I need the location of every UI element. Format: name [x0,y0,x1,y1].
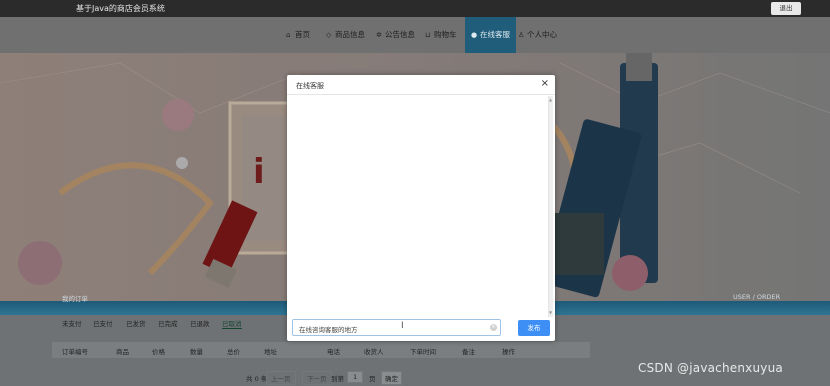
scroll-up-icon[interactable]: ▲ [549,97,552,102]
chat-scrollbar[interactable] [548,96,553,317]
tab-paid[interactable]: 已支付 [93,318,113,328]
pagination-total: 共 0 条 [246,375,268,383]
col-phone: 电话 [327,348,340,356]
user-icon: ♙ [518,31,525,39]
col-product: 商品 [116,348,129,356]
logout-button[interactable]: 退出 [771,2,801,15]
col-remark: 备注 [462,348,475,356]
chat-icon: ● [471,31,478,39]
orders-section-title: 我的订单 [62,295,88,303]
chat-message-area[interactable]: ▲ ▼ [287,96,555,317]
tab-completed[interactable]: 已完成 [158,318,178,328]
cart-icon: ⊔ [425,31,431,39]
svg-text:i: i [253,152,265,192]
tab-cancelled[interactable]: 已取消 [222,318,242,329]
site-title: 基于Java的商店会员系统 [76,4,165,13]
main-nav: ⌂ 首页 ◇ 商品信息 ✲ 公告信息 ⊔ 购物车 ● 在线客服 ♙ 个人中心 [0,17,830,53]
home-icon: ⌂ [286,31,291,39]
clear-icon[interactable]: × [490,324,497,331]
publish-button[interactable]: 发布 [518,320,550,336]
scroll-down-icon[interactable]: ▼ [549,310,552,315]
chat-input-value: 在线咨询客服的地方 [299,326,358,334]
pagination-next-button[interactable]: 下一页 [302,371,332,385]
col-total: 总价 [227,348,240,356]
col-price: 价格 [152,348,165,356]
nav-item-home[interactable]: ⌂ 首页 [286,17,310,53]
col-quantity: 数量 [190,348,203,356]
pagination-confirm-button[interactable]: 确定 [381,371,402,385]
modal-title: 在线客服 [296,82,324,90]
col-address: 地址 [264,348,277,356]
top-bar: 基于Java的商店会员系统 退出 [0,0,830,17]
chat-input[interactable]: 在线咨询客服的地方 I × [292,319,501,336]
nav-item-online-service[interactable]: ● 在线客服 [465,17,516,53]
col-order-no: 订单编号 [62,348,88,356]
text-cursor-icon: I [401,321,404,331]
online-service-modal: 在线客服 × ▲ ▼ 在线咨询客服的地方 I × 发布 [287,75,555,341]
col-action: 操作 [502,348,515,356]
gear-icon: ✲ [376,31,382,39]
pagination-page-unit: 页 [369,375,376,383]
orders-section-subtitle: USER / ORDER [733,293,781,301]
col-order-time: 下单时间 [410,348,436,356]
nav-item-products[interactable]: ◇ 商品信息 [326,17,365,53]
nav-item-cart[interactable]: ⊔ 购物车 [425,17,457,53]
nav-item-personal-center[interactable]: ♙ 个人中心 [518,17,557,53]
pagination-page-input[interactable]: 1 [347,371,364,383]
tab-shipped[interactable]: 已发货 [126,318,146,328]
tab-refunded[interactable]: 已退款 [190,318,210,328]
modal-header: 在线客服 × [287,75,555,95]
csdn-watermark: CSDN @javachenxuyua [638,361,783,375]
tag-icon: ◇ [326,31,332,39]
pagination-goto-label: 到第 [331,375,344,383]
col-receiver: 收货人 [364,348,384,356]
tab-unpaid[interactable]: 未支付 [62,318,82,328]
pagination-prev-button[interactable]: 上一页 [266,371,296,385]
close-icon[interactable]: × [541,78,549,90]
nav-item-notices[interactable]: ✲ 公告信息 [376,17,415,53]
